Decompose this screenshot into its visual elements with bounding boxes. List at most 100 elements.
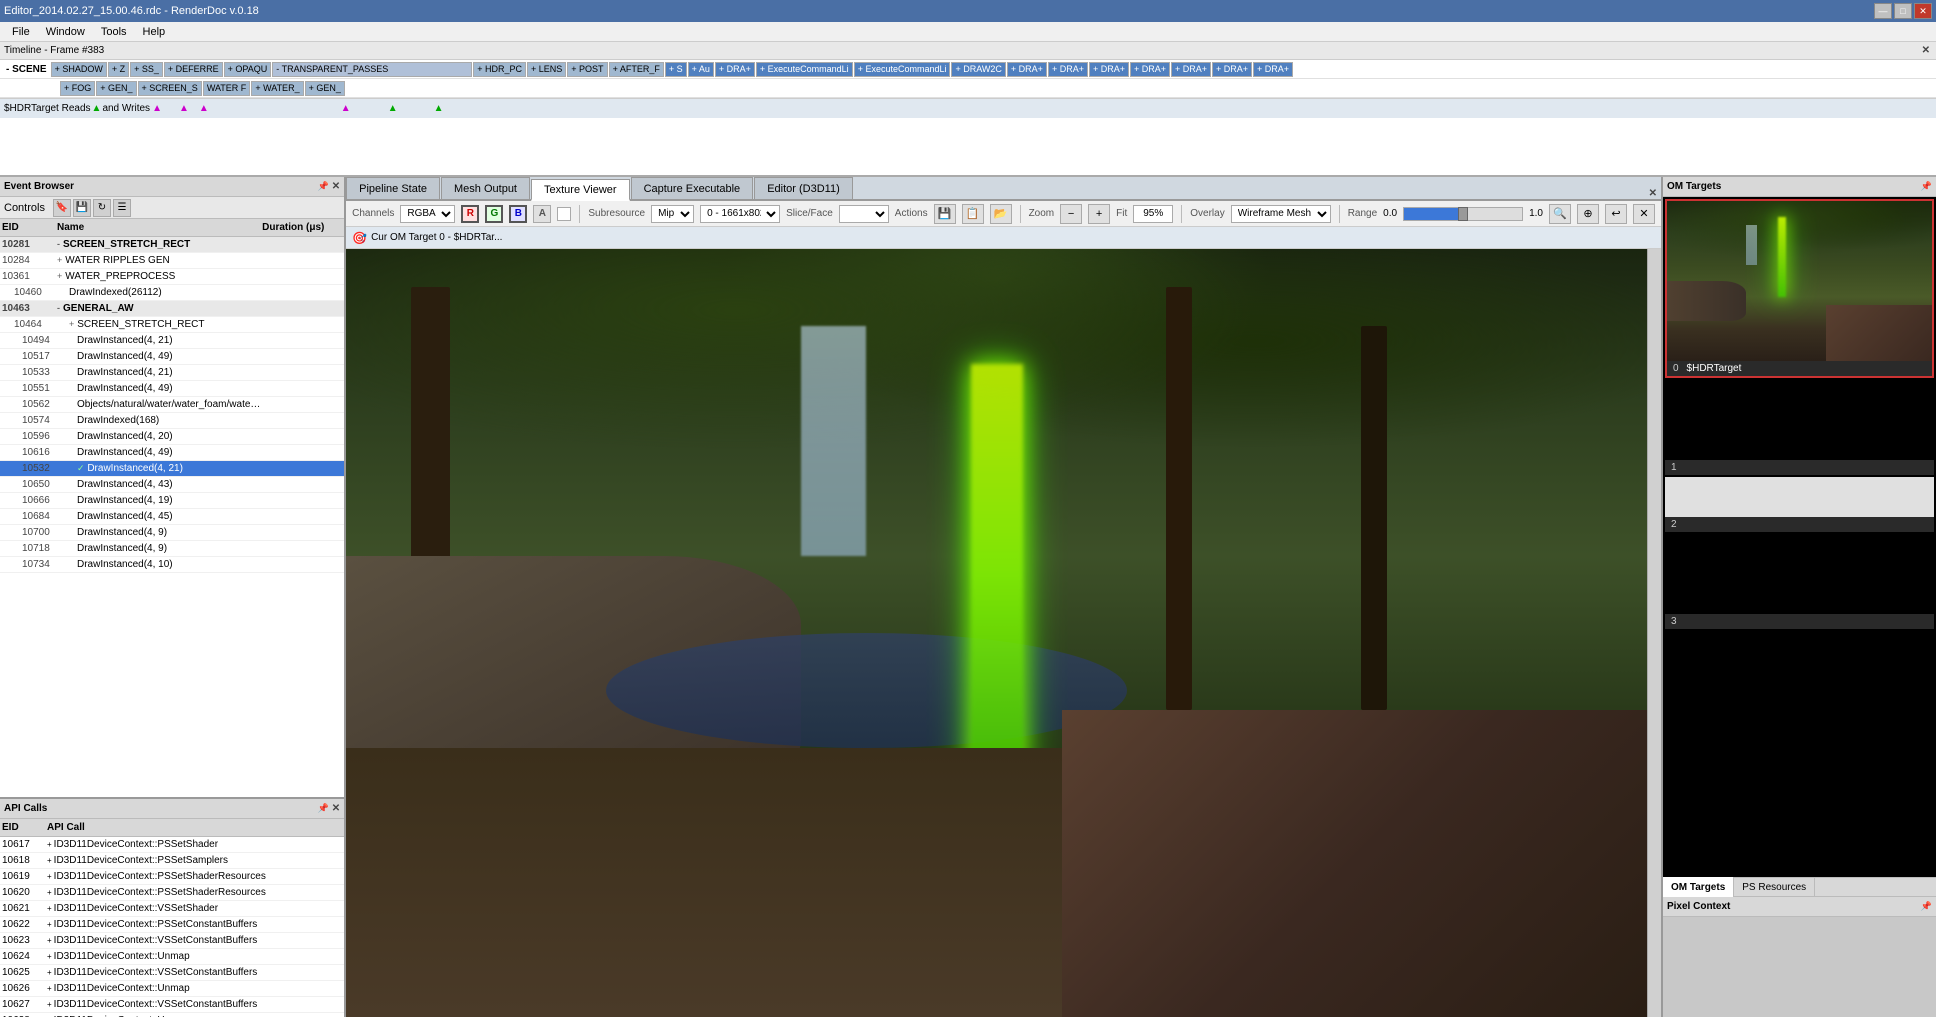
zoom-minus-icon[interactable]: − [1060, 204, 1082, 224]
api-pin[interactable]: 📌 [318, 803, 329, 814]
save-icon[interactable]: 💾 [73, 199, 91, 217]
channel-r-button[interactable]: R [461, 205, 479, 223]
api-row-10625[interactable]: 10625 +ID3D11DeviceContext::VSSetConstan… [0, 965, 344, 981]
event-row-10700[interactable]: 10700 DrawInstanced(4, 9) [0, 525, 344, 541]
event-browser-pin[interactable]: 📌 [318, 181, 329, 192]
menu-help[interactable]: Help [135, 22, 174, 42]
close-button[interactable]: ✕ [1914, 3, 1932, 19]
api-row-10626[interactable]: 10626 +ID3D11DeviceContext::Unmap [0, 981, 344, 997]
pixel-context-pin[interactable]: 📌 [1921, 901, 1932, 912]
timeline-block-dra3[interactable]: + DRA+ [1048, 62, 1088, 77]
timeline-block-au[interactable]: + Au [688, 62, 714, 77]
timeline-block-lens[interactable]: + LENS [527, 62, 566, 77]
channel-b-button[interactable]: B [509, 205, 527, 223]
tab-capture-executable[interactable]: Capture Executable [631, 177, 754, 199]
refresh-icon[interactable]: ↻ [93, 199, 111, 217]
event-row-10464[interactable]: 10464 +SCREEN_STRETCH_RECT [0, 317, 344, 333]
event-browser-close[interactable]: ✕ [332, 181, 340, 192]
om-tab-resources[interactable]: PS Resources [1734, 877, 1815, 897]
slice-face-select[interactable] [839, 205, 889, 223]
event-row-10533[interactable]: 10533 DrawInstanced(4, 21) [0, 365, 344, 381]
timeline-block-screens[interactable]: + SCREEN_S [138, 81, 202, 96]
event-row-10718[interactable]: 10718 DrawInstanced(4, 9) [0, 541, 344, 557]
timeline-block-post[interactable]: + POST [567, 62, 607, 77]
timeline-block-draw1[interactable]: + DRA+ [715, 62, 755, 77]
event-row-10281[interactable]: 10281 -SCREEN_STRETCH_RECT [0, 237, 344, 253]
event-row-10460[interactable]: 10460 DrawIndexed(26112) [0, 285, 344, 301]
channel-a-button[interactable]: A [533, 205, 551, 223]
event-row-10284[interactable]: 10284 +WATER RIPPLES GEN [0, 253, 344, 269]
om-target-2[interactable]: 2 [1665, 477, 1934, 532]
event-row-10562[interactable]: 10562 Objects/natural/water/water_foam/w… [0, 397, 344, 413]
api-row-10618[interactable]: 10618 +ID3D11DeviceContext::PSSetSampler… [0, 853, 344, 869]
event-row-10463[interactable]: 10463 -GENERAL_AW [0, 301, 344, 317]
timeline-block-hdr[interactable]: + HDR_PC [473, 62, 526, 77]
timeline-block-s[interactable]: + S [665, 62, 687, 77]
api-row-10624[interactable]: 10624 +ID3D11DeviceContext::Unmap [0, 949, 344, 965]
timeline-close[interactable]: ✕ [1922, 45, 1930, 56]
timeline-block-opaque[interactable]: + OPAQU [224, 62, 272, 77]
texture-area[interactable] [346, 249, 1661, 1017]
api-row-10623[interactable]: 10623 +ID3D11DeviceContext::VSSetConstan… [0, 933, 344, 949]
timeline-block-after[interactable]: + AFTER_F [609, 62, 664, 77]
undo-icon[interactable]: ↩ [1605, 204, 1627, 224]
tab-editor[interactable]: Editor (D3D11) [754, 177, 853, 199]
api-row-10627[interactable]: 10627 +ID3D11DeviceContext::VSSetConstan… [0, 997, 344, 1013]
event-row-10666[interactable]: 10666 DrawInstanced(4, 19) [0, 493, 344, 509]
channel-g-button[interactable]: G [485, 205, 503, 223]
api-row-10621[interactable]: 10621 +ID3D11DeviceContext::VSSetShader [0, 901, 344, 917]
om-target-0[interactable]: 0 $HDRTarget [1665, 199, 1934, 378]
timeline-block-deferred[interactable]: + DEFERRE [164, 62, 223, 77]
timeline-block-dra6[interactable]: + DRA+ [1171, 62, 1211, 77]
event-row-10551[interactable]: 10551 DrawInstanced(4, 49) [0, 381, 344, 397]
timeline-block-water[interactable]: + WATER_ [251, 81, 303, 96]
timeline-block-dra5[interactable]: + DRA+ [1130, 62, 1170, 77]
event-row-10650[interactable]: 10650 DrawInstanced(4, 43) [0, 477, 344, 493]
event-row-10517[interactable]: 10517 DrawInstanced(4, 49) [0, 349, 344, 365]
om-target-3[interactable]: 3 [1665, 534, 1934, 629]
tab-texture-viewer[interactable]: Texture Viewer [531, 179, 630, 201]
event-row-10616[interactable]: 10616 DrawInstanced(4, 49) [0, 445, 344, 461]
eyedropper-icon[interactable]: ⊕ [1577, 204, 1599, 224]
event-row-10684[interactable]: 10684 DrawInstanced(4, 45) [0, 509, 344, 525]
timeline-block-gen2[interactable]: + GEN_ [305, 81, 345, 96]
action-save-icon[interactable]: 💾 [934, 204, 956, 224]
maximize-button[interactable]: □ [1894, 3, 1912, 19]
om-target-1[interactable]: 1 [1665, 380, 1934, 475]
tab-mesh-output[interactable]: Mesh Output [441, 177, 530, 199]
api-row-10617[interactable]: 10617 +ID3D11DeviceContext::PSSetShader [0, 837, 344, 853]
om-targets-pin[interactable]: 📌 [1921, 181, 1932, 192]
api-close[interactable]: ✕ [332, 803, 340, 814]
api-row-10628[interactable]: 10628 +ID3D11DeviceContext::Unmap [0, 1013, 344, 1017]
zoom-plus-icon[interactable]: + [1088, 204, 1110, 224]
event-row-10361[interactable]: 10361 +WATER_PREPROCESS [0, 269, 344, 285]
settings-icon[interactable]: ✕ [1633, 204, 1655, 224]
center-close[interactable]: ✕ [1649, 188, 1657, 199]
event-row-10734[interactable]: 10734 DrawInstanced(4, 10) [0, 557, 344, 573]
timeline-block-draw2c[interactable]: + DRAW2C [951, 62, 1005, 77]
timeline-block-ss[interactable]: + SS_ [130, 62, 163, 77]
event-row-10596[interactable]: 10596 DrawInstanced(4, 20) [0, 429, 344, 445]
timeline-block-dra8[interactable]: + DRA+ [1253, 62, 1293, 77]
mip-select[interactable]: 0 - 1661x802 [700, 205, 780, 223]
timeline-block-shadow[interactable]: + SHADOW [51, 62, 107, 77]
timeline-block-z[interactable]: + Z [108, 62, 129, 77]
action-open-icon[interactable]: 📂 [990, 204, 1012, 224]
timeline-block-exec2[interactable]: + ExecuteCommandLi [854, 62, 951, 77]
event-row-10494[interactable]: 10494 DrawInstanced(4, 21) [0, 333, 344, 349]
om-tab-targets[interactable]: OM Targets [1663, 877, 1734, 897]
action-copy-icon[interactable]: 📋 [962, 204, 984, 224]
zoom-tool-icon[interactable]: 🔍 [1549, 204, 1571, 224]
filter-icon[interactable]: ☰ [113, 199, 131, 217]
minimize-button[interactable]: — [1874, 3, 1892, 19]
range-slider[interactable] [1403, 207, 1523, 221]
timeline-block-waterf[interactable]: WATER F [203, 81, 251, 96]
timeline-block-gen1[interactable]: + GEN_ [96, 81, 136, 96]
menu-file[interactable]: File [4, 22, 38, 42]
overlay-select[interactable]: Wireframe Mesh [1231, 205, 1331, 223]
event-row-10574[interactable]: 10574 DrawIndexed(168) [0, 413, 344, 429]
texture-image[interactable] [346, 249, 1647, 1017]
timeline-block-dra2[interactable]: + DRA+ [1007, 62, 1047, 77]
fit-input[interactable] [1133, 205, 1173, 223]
menu-window[interactable]: Window [38, 22, 93, 42]
